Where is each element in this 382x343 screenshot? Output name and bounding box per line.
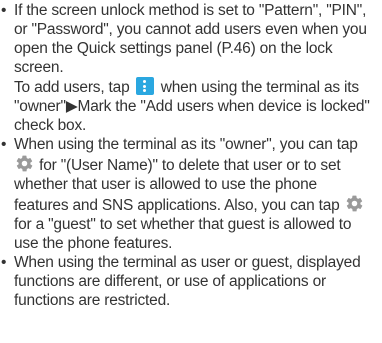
text-line-with-gear-icon: for "(User Name)" to delete that user or… [14, 154, 382, 175]
text-line: open the Quick settings panel (P.46) on … [14, 40, 333, 57]
text-line: functions are restricted. [14, 292, 171, 309]
text-line: "owner"▶Mark the "Add users when device … [14, 98, 370, 115]
text-line: whether that user is allowed to use the … [14, 176, 317, 193]
text-line: check box. [14, 117, 87, 134]
bullet-marker: • [1, 254, 7, 271]
text-line-with-gear-icon: features and SNS applications. Also, you… [14, 194, 382, 215]
gear-icon [16, 155, 33, 172]
text-line: When using the terminal as its "owner", … [14, 136, 358, 153]
document-body: • If the screen unlock method is set to … [0, 1, 382, 310]
bullet-item-owner-settings: • When using the terminal as its "owner"… [0, 135, 382, 253]
text-fragment: for "(User Name)" to delete that user or… [39, 157, 341, 174]
text-line: use the phone features. [14, 235, 173, 252]
text-line: When using the terminal as user or guest… [14, 254, 361, 271]
bullet-item-unlock-method: • If the screen unlock method is set to … [0, 1, 382, 135]
gear-icon [346, 195, 363, 212]
text-line: functions are different, or use of appli… [14, 273, 326, 290]
text-line: screen. [14, 59, 64, 76]
menu-icon [135, 77, 154, 95]
text-line: for a "guest" to set whether that guest … [14, 216, 352, 233]
text-line: If the screen unlock method is set to "P… [14, 2, 367, 19]
text-fragment: features and SNS applications. Also, you… [14, 197, 340, 214]
bullet-item-user-restrictions: • When using the terminal as user or gue… [0, 253, 382, 310]
bullet-marker: • [1, 2, 7, 19]
text-line-with-menu-icon: To add users, tap when using the termina… [14, 77, 382, 97]
bullet-marker: • [1, 136, 7, 153]
text-fragment: when using the terminal as its [160, 79, 359, 96]
text-fragment: To add users, tap [14, 79, 130, 96]
text-line: or "Password", you cannot add users even… [14, 21, 367, 38]
